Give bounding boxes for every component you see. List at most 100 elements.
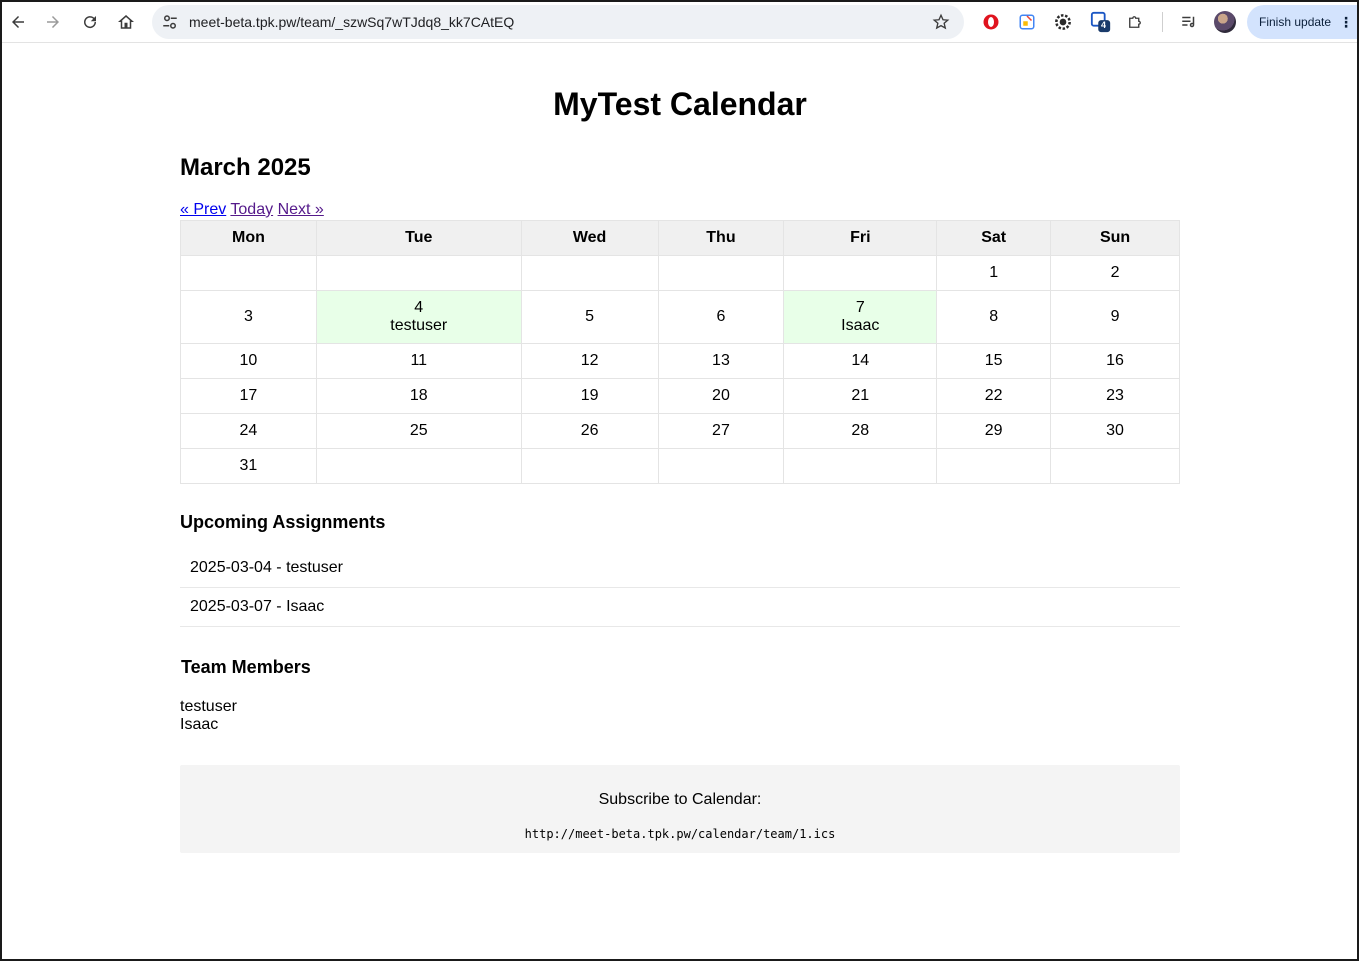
calendar-day-cell: 25 bbox=[315, 413, 522, 449]
day-number: 28 bbox=[851, 422, 870, 439]
reload-icon bbox=[84, 16, 97, 29]
day-number: 30 bbox=[1106, 422, 1124, 439]
gear-extension-icon[interactable] bbox=[1052, 11, 1074, 33]
calendar-day-cell bbox=[520, 255, 659, 291]
calendar-week-row: 24 25 26 27 28 29 30 bbox=[180, 413, 1180, 449]
ics-url[interactable]: http://meet-beta.tpk.pw/calendar/team/1.… bbox=[180, 827, 1180, 841]
bookmark-star-icon[interactable] bbox=[932, 13, 950, 31]
tabs-extension-icon[interactable]: 4 bbox=[1090, 11, 1112, 33]
calendar-day-cell: 1 bbox=[936, 255, 1052, 291]
opera-extension-icon[interactable] bbox=[980, 11, 1002, 33]
calendar-day-cell: 24 bbox=[180, 413, 317, 449]
puzzle-extensions-icon[interactable] bbox=[1124, 11, 1146, 33]
next-month-link[interactable]: Next » bbox=[278, 201, 324, 218]
calendar-week-row: 10 11 12 13 14 15 16 bbox=[180, 343, 1180, 379]
day-number: 21 bbox=[851, 387, 870, 404]
day-number: 20 bbox=[712, 387, 730, 404]
finish-update-button[interactable]: Finish update ⋮ bbox=[1247, 5, 1357, 39]
calendar-day-cell: 5 bbox=[520, 290, 659, 344]
finish-update-label: Finish update bbox=[1259, 15, 1332, 29]
day-number: 17 bbox=[239, 387, 258, 404]
today-link[interactable]: Today bbox=[230, 201, 273, 218]
profile-avatar[interactable] bbox=[1214, 11, 1236, 33]
calendar-week-row: 3 4 testuser 5 6 7 Isaac 8 9 bbox=[180, 290, 1180, 344]
calendar-day-cell: 18 bbox=[315, 378, 522, 414]
weekday-header: Wed bbox=[520, 220, 659, 256]
day-number: 14 bbox=[851, 352, 870, 369]
colorful-extension-icon[interactable] bbox=[1016, 11, 1038, 33]
team-member: Isaac bbox=[180, 716, 219, 733]
media-control-icon[interactable] bbox=[1178, 11, 1200, 33]
weekday-header: Tue bbox=[315, 220, 522, 256]
calendar-day-cell: 31 bbox=[180, 448, 317, 484]
extension-badge: 4 bbox=[1101, 20, 1107, 30]
calendar-day-cell: 3 bbox=[180, 290, 317, 344]
calendar-week-row: 17 18 19 20 21 22 23 bbox=[180, 378, 1180, 414]
calendar-day-cell: 21 bbox=[783, 378, 938, 414]
month-navigation: « Prev Today Next » bbox=[180, 201, 324, 219]
weekday-header: Fri bbox=[783, 220, 938, 256]
day-number: 9 bbox=[1110, 308, 1120, 325]
site-info-icon[interactable] bbox=[161, 13, 179, 31]
calendar-day-cell: 19 bbox=[520, 378, 659, 414]
assignment-item: 2025-03-04 - testuser bbox=[180, 549, 1180, 588]
calendar-day-cell: 22 bbox=[936, 378, 1052, 414]
back-button[interactable] bbox=[5, 9, 31, 35]
calendar-day-cell bbox=[315, 448, 522, 484]
team-members-title: Team Members bbox=[181, 657, 311, 677]
prev-month-link[interactable]: « Prev bbox=[180, 201, 226, 218]
day-number: 19 bbox=[580, 387, 599, 404]
assigned-user: testuser bbox=[390, 317, 448, 334]
day-number: 29 bbox=[984, 422, 1003, 439]
calendar-day-cell: 9 bbox=[1050, 290, 1180, 344]
calendar-day-cell bbox=[657, 255, 785, 291]
assigned-user: Isaac bbox=[841, 317, 880, 334]
calendar-day-cell bbox=[520, 448, 659, 484]
weekday-header-row: Mon Tue Wed Thu Fri Sat Sun bbox=[180, 220, 1180, 256]
calendar-day-cell bbox=[936, 448, 1052, 484]
day-number: 5 bbox=[585, 308, 595, 325]
team-member: testuser bbox=[180, 698, 237, 715]
day-number: 23 bbox=[1106, 387, 1124, 404]
calendar-day-cell bbox=[783, 255, 938, 291]
home-icon bbox=[118, 15, 134, 29]
arrow-right-icon bbox=[47, 16, 59, 28]
reload-button[interactable] bbox=[77, 9, 103, 35]
home-button[interactable] bbox=[113, 9, 139, 35]
calendar-day-cell: 27 bbox=[657, 413, 785, 449]
day-number: 27 bbox=[712, 422, 730, 439]
day-number: 8 bbox=[989, 308, 999, 325]
day-number: 11 bbox=[410, 352, 428, 369]
day-number: 2 bbox=[1110, 264, 1120, 281]
assignment-item: 2025-03-07 - Isaac bbox=[180, 588, 1180, 627]
day-number: 12 bbox=[580, 352, 599, 369]
day-number: 31 bbox=[239, 457, 258, 474]
calendar-day-cell bbox=[180, 255, 317, 291]
assignments-list: 2025-03-04 - testuser 2025-03-07 - Isaac bbox=[180, 549, 1180, 627]
day-number: 3 bbox=[243, 308, 253, 325]
calendar-day-cell bbox=[657, 448, 785, 484]
weekday-header: Thu bbox=[657, 220, 785, 256]
calendar-day-cell: 17 bbox=[180, 378, 317, 414]
day-number: 16 bbox=[1106, 352, 1124, 369]
browser-window: meet-beta.tpk.pw/team/_szwSq7wTJdq8_kk7C… bbox=[0, 0, 1359, 961]
weekday-header: Sat bbox=[936, 220, 1052, 256]
url-text[interactable]: meet-beta.tpk.pw/team/_szwSq7wTJdq8_kk7C… bbox=[189, 14, 514, 30]
calendar-day-cell: 8 bbox=[936, 290, 1052, 344]
calendar-day-cell: 2 bbox=[1050, 255, 1180, 291]
calendar-day-cell: 12 bbox=[520, 343, 659, 379]
calendar-week-row: 12 bbox=[180, 255, 1180, 291]
calendar-day-cell: 14 bbox=[783, 343, 938, 379]
day-number: 24 bbox=[239, 422, 258, 439]
forward-button[interactable] bbox=[40, 9, 66, 35]
calendar-day-cell bbox=[315, 255, 522, 291]
calendar-day-cell: 6 bbox=[657, 290, 785, 344]
address-bar[interactable]: meet-beta.tpk.pw/team/_szwSq7wTJdq8_kk7C… bbox=[152, 5, 964, 39]
day-number: 26 bbox=[580, 422, 599, 439]
more-vertical-icon[interactable]: ⋮ bbox=[1339, 15, 1353, 29]
calendar-day-cell: 10 bbox=[180, 343, 317, 379]
day-number: 18 bbox=[409, 387, 428, 404]
calendar-table: Mon Tue Wed Thu Fri Sat Sun 1 2 3 4 testuser 5 6 7 Isa… bbox=[180, 220, 1180, 484]
calendar-body: 1 2 3 4 testuser 5 6 7 Isaac 8 9 10 11 12 13 14 15 16 17 18… bbox=[180, 255, 1180, 484]
day-number: 10 bbox=[239, 352, 258, 369]
